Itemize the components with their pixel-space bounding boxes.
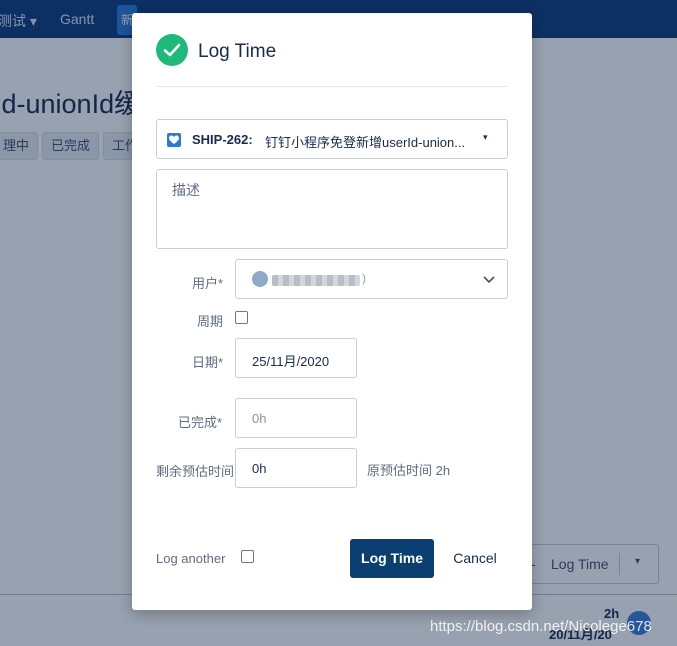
date-input[interactable]: 25/11月/2020: [235, 338, 357, 378]
remaining-estimate-input[interactable]: 0h: [235, 448, 357, 488]
description-textarea[interactable]: 描述: [156, 169, 508, 249]
description-placeholder: 描述: [172, 182, 200, 198]
issue-summary: 钉钉小程序免登新增userId-union...: [265, 135, 466, 150]
time-spent-input[interactable]: 0h: [235, 398, 357, 438]
time-spent-label: 已完成*: [178, 415, 223, 430]
chevron-down-icon: [483, 276, 495, 284]
divider: [156, 86, 508, 87]
recurring-label: 周期: [197, 314, 224, 329]
original-estimate-text: 原预估时间 2h: [367, 463, 451, 478]
watermark: https://blog.csdn.net/Nicolege678: [430, 618, 652, 635]
issue-key: SHIP-262:: [192, 132, 253, 147]
recurring-checkbox[interactable]: [235, 311, 248, 324]
log-another-label: Log another: [156, 551, 226, 566]
check-circle-icon: [156, 34, 188, 66]
caret-down-icon: ▾: [483, 132, 488, 142]
avatar: [252, 271, 268, 287]
dialog-title: Log Time: [198, 41, 277, 62]
log-time-dialog: Log Time SHIP-262: 钉钉小程序免登新增userId-union…: [132, 13, 532, 610]
date-label: 日期*: [192, 355, 224, 370]
redacted-username: [272, 275, 360, 286]
story-icon: [167, 133, 181, 147]
username-tail: ): [362, 271, 366, 285]
cancel-button[interactable]: Cancel: [443, 539, 507, 578]
user-select[interactable]: ): [235, 259, 508, 299]
remaining-estimate-label: 剩余预估时间: [156, 464, 235, 479]
log-time-button[interactable]: Log Time: [350, 539, 434, 578]
user-label: 用户*: [192, 276, 224, 291]
log-another-checkbox[interactable]: [241, 550, 254, 563]
issue-picker[interactable]: SHIP-262: 钉钉小程序免登新增userId-union... ▾: [156, 119, 508, 159]
